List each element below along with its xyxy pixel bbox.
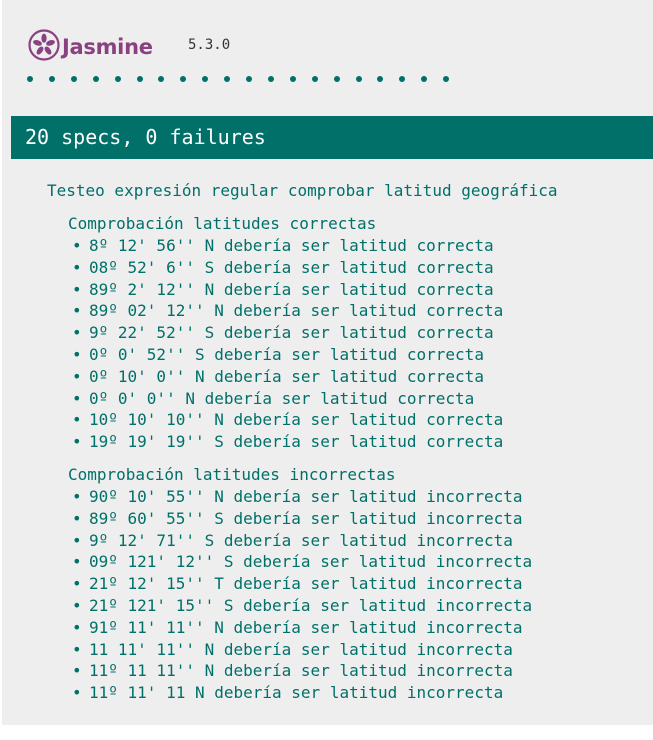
- spec-item: • 8º 12' 56'' N debería ser latitud corre…: [68, 235, 558, 257]
- spec-item: • 21º 121' 15'' S debería ser latitud inc…: [68, 595, 558, 617]
- suite-results: Testeo expresión regular comprobar latit…: [47, 180, 558, 704]
- passed-dot-icon: •: [72, 552, 82, 572]
- spec-link[interactable]: 21º 12' 15'' T debería ser latitud incor…: [89, 574, 522, 593]
- jasmine-logo[interactable]: Jasmine: [28, 28, 153, 66]
- spec-link[interactable]: 8º 12' 56'' N debería ser latitud correc…: [89, 236, 494, 255]
- spec-link[interactable]: 09º 121' 12'' S debería ser latitud inco…: [89, 552, 532, 571]
- spec-status-dot[interactable]: [246, 76, 252, 82]
- spec-status-dot[interactable]: [48, 76, 55, 82]
- spec-item: • 0º 10' 0'' N debería ser latitud correc…: [68, 366, 558, 388]
- spec-item: • 21º 12' 15'' T debería ser latitud inco…: [68, 573, 558, 595]
- spec-item: • 0º 0' 0'' N debería ser latitud correct…: [68, 388, 558, 410]
- summary-bar: 20 specs, 0 failures: [11, 116, 653, 159]
- spec-item: • 19º 19' 19'' S debería ser latitud corr…: [68, 431, 558, 453]
- spec-link[interactable]: 9º 12' 71'' S debería ser latitud incorr…: [89, 531, 513, 550]
- spec-status-dot[interactable]: [70, 76, 77, 82]
- jasmine-flower-icon: [28, 28, 60, 66]
- spec-link[interactable]: 0º 0' 0'' N debería ser latitud correcta: [89, 389, 474, 408]
- passed-dot-icon: •: [72, 574, 82, 594]
- spec-item: • 11º 11' 11 N debería ser latitud incorr…: [68, 682, 558, 704]
- passed-dot-icon: •: [72, 410, 82, 430]
- spec-status-dot[interactable]: [267, 76, 274, 82]
- spec-link[interactable]: 89º 2' 12'' N debería ser latitud correc…: [89, 280, 494, 299]
- spec-status-dot[interactable]: [114, 76, 121, 82]
- spec-status-dot[interactable]: [27, 76, 33, 82]
- spec-status-dot[interactable]: [158, 76, 165, 82]
- spec-item: • 11 11' 11'' N debería ser latitud incor…: [68, 639, 558, 661]
- subsuite-title[interactable]: Comprobación latitudes incorrectas: [68, 464, 558, 486]
- spec-status-dot[interactable]: [92, 76, 99, 82]
- spec-link[interactable]: 89º 02' 12'' N debería ser latitud corre…: [89, 301, 503, 320]
- spec-link[interactable]: 08º 52' 6'' S debería ser latitud correc…: [89, 258, 494, 277]
- summary-text: 20 specs, 0 failures: [25, 125, 266, 149]
- spec-link[interactable]: 90º 10' 55'' N debería ser latitud incor…: [89, 487, 522, 506]
- spec-item: • 89º 60' 55'' S debería ser latitud inco…: [68, 508, 558, 530]
- spec-link[interactable]: 0º 0' 52'' S debería ser latitud correct…: [89, 345, 484, 364]
- spec-link[interactable]: 11º 11' 11 N debería ser latitud incorre…: [89, 683, 503, 702]
- spec-link[interactable]: 21º 121' 15'' S debería ser latitud inco…: [89, 596, 532, 615]
- spec-status-dot[interactable]: [421, 76, 428, 82]
- spec-status-dot[interactable]: [399, 76, 406, 82]
- suite-title[interactable]: Testeo expresión regular comprobar latit…: [47, 180, 558, 202]
- passed-dot-icon: •: [72, 530, 82, 550]
- subsuite-title-link[interactable]: Comprobación latitudes correctas: [68, 214, 376, 233]
- passed-dot-icon: •: [72, 683, 82, 703]
- spec-item: • 90º 10' 55'' N debería ser latitud inco…: [68, 486, 558, 508]
- spec-item: • 10º 10' 10'' N debería ser latitud corr…: [68, 409, 558, 431]
- spec-item: • 9º 22' 52'' S debería ser latitud corre…: [68, 322, 558, 344]
- passed-dot-icon: •: [72, 301, 82, 321]
- spec-link[interactable]: 11 11' 11'' N debería ser latitud incorr…: [89, 640, 513, 659]
- spec-item: • 91º 11' 11'' N debería ser latitud inco…: [68, 617, 558, 639]
- spec-item: • 89º 2' 12'' N debería ser latitud corre…: [68, 279, 558, 301]
- spec-item: • 08º 52' 6'' S debería ser latitud corre…: [68, 257, 558, 279]
- jasmine-version: 5.3.0: [188, 37, 231, 53]
- spec-link[interactable]: 89º 60' 55'' S debería ser latitud incor…: [89, 509, 522, 528]
- passed-dot-icon: •: [72, 366, 82, 386]
- passed-dot-icon: •: [72, 508, 82, 528]
- spec-status-dot[interactable]: [202, 76, 209, 82]
- subsuite-incorrectas: Comprobación latitudes incorrectas • 90º …: [68, 464, 558, 704]
- spec-status-dot[interactable]: [333, 76, 340, 82]
- spec-status-dot[interactable]: [377, 76, 384, 82]
- spec-link[interactable]: 91º 11' 11'' N debería ser latitud incor…: [89, 618, 522, 637]
- spec-item: • 89º 02' 12'' N debería ser latitud corr…: [68, 300, 558, 322]
- spec-item: • 9º 12' 71'' S debería ser latitud incor…: [68, 530, 558, 552]
- spec-status-dot[interactable]: [180, 76, 187, 82]
- subsuite-title-link[interactable]: Comprobación latitudes incorrectas: [68, 465, 396, 484]
- spec-status-dot[interactable]: [224, 76, 231, 82]
- jasmine-reporter: Jasmine 5.3.0 20 specs, 0 failures Teste…: [0, 0, 653, 725]
- suite-title-link[interactable]: Testeo expresión regular comprobar latit…: [47, 181, 558, 200]
- passed-dot-icon: •: [72, 617, 82, 637]
- passed-dot-icon: •: [72, 432, 82, 452]
- jasmine-logo-text: Jasmine: [62, 35, 153, 59]
- passed-dot-icon: •: [72, 344, 82, 364]
- passed-dot-icon: •: [72, 236, 82, 255]
- passed-dot-icon: •: [72, 279, 82, 299]
- spec-status-dot[interactable]: [443, 76, 450, 82]
- passed-dot-icon: •: [72, 639, 82, 659]
- spec-status-dot[interactable]: [311, 76, 318, 82]
- spec-item: • 0º 0' 52'' S debería ser latitud correc…: [68, 344, 558, 366]
- spec-list: • 90º 10' 55'' N debería ser latitud inco…: [68, 486, 558, 704]
- spec-status-dot[interactable]: [355, 76, 362, 82]
- passed-dot-icon: •: [72, 257, 82, 277]
- reporter-header: Jasmine: [28, 28, 153, 66]
- spec-list: • 8º 12' 56'' N debería ser latitud corre…: [68, 235, 558, 453]
- spec-item: • 09º 121' 12'' S debería ser latitud inc…: [68, 551, 558, 573]
- passed-dot-icon: •: [72, 661, 82, 681]
- passed-dot-icon: •: [72, 388, 82, 408]
- spec-link[interactable]: 11º 11 11'' N debería ser latitud incorr…: [89, 661, 513, 680]
- subsuite-title[interactable]: Comprobación latitudes correctas: [68, 213, 558, 235]
- subsuite-correctas: Comprobación latitudes correctas • 8º 12'…: [68, 213, 558, 453]
- spec-item: • 11º 11 11'' N debería ser latitud incor…: [68, 660, 558, 682]
- spec-link[interactable]: 10º 10' 10'' N debería ser latitud corre…: [89, 410, 503, 429]
- passed-dot-icon: •: [72, 323, 82, 343]
- spec-status-dot[interactable]: [136, 76, 143, 82]
- spec-link[interactable]: 9º 22' 52'' S debería ser latitud correc…: [89, 323, 494, 342]
- passed-dot-icon: •: [72, 486, 82, 506]
- spec-link[interactable]: 0º 10' 0'' N debería ser latitud correct…: [89, 367, 484, 386]
- passed-dot-icon: •: [72, 595, 82, 615]
- spec-status-dot[interactable]: [289, 76, 296, 82]
- spec-link[interactable]: 19º 19' 19'' S debería ser latitud corre…: [89, 432, 503, 451]
